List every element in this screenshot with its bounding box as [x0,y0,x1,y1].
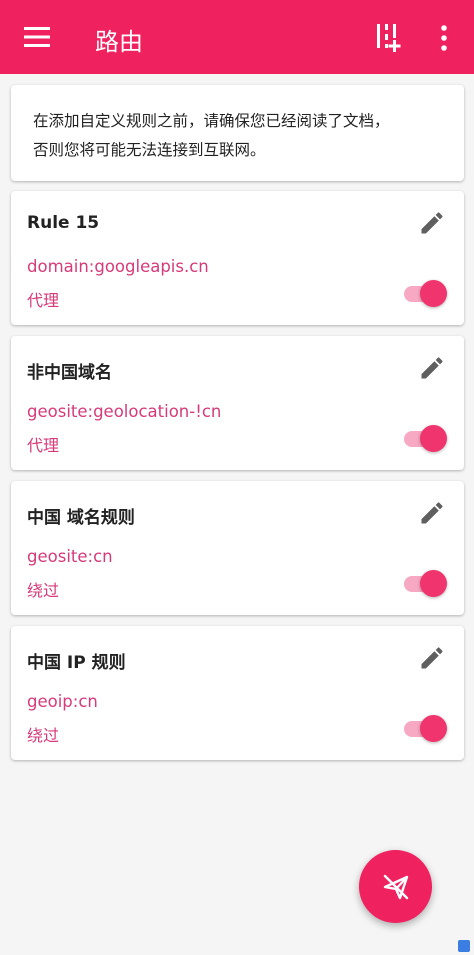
rule-card[interactable]: 非中国域名 geosite:geolocation-!cn 代理 [11,336,464,470]
rule-name: 非中国域名 [27,363,112,383]
more-vert-icon[interactable] [434,24,454,52]
page-title: 路由 [95,28,143,56]
toggle-thumb [420,280,447,307]
rule-action: 绕过 [27,581,60,600]
menu-icon[interactable] [24,26,50,48]
rule-enable-toggle[interactable] [404,277,448,309]
rule-domain: geosite:geolocation-!cn [27,402,222,421]
toggle-thumb [420,715,447,742]
rule-card[interactable]: 中国 域名规则 geosite:cn 绕过 [11,481,464,615]
rule-enable-toggle[interactable] [404,712,448,744]
rule-card[interactable]: Rule 15 domain:googleapis.cn 代理 [11,191,464,325]
rule-action: 代理 [27,436,60,455]
rule-domain: domain:googleapis.cn [27,257,209,276]
edit-pencil-icon[interactable] [418,354,446,382]
notice-line-1: 在添加自定义规则之前，请确保您已经阅读了文档， [33,112,390,130]
rule-domain: geosite:cn [27,547,113,566]
toggle-thumb [420,425,447,452]
edit-pencil-icon[interactable] [418,209,446,237]
toggle-thumb [420,570,447,597]
notice-line-2: 否则您将可能无法连接到互联网。 [33,141,266,159]
add-rule-icon[interactable] [374,24,404,52]
corner-badge [458,940,470,952]
rule-name: Rule 15 [27,213,100,233]
rule-card[interactable]: 中国 IP 规则 geoip:cn 绕过 [11,626,464,760]
rule-action: 绕过 [27,726,60,745]
rule-name: 中国 IP 规则 [27,653,126,673]
rule-action: 代理 [27,291,60,310]
edit-pencil-icon[interactable] [418,499,446,527]
rule-name: 中国 域名规则 [27,508,135,528]
app-bar: 路由 [0,0,474,74]
notice-card: 在添加自定义规则之前，请确保您已经阅读了文档， 否则您将可能无法连接到互联网。 [11,85,464,181]
connect-fab-button[interactable] [359,850,432,923]
edit-pencil-icon[interactable] [418,644,446,672]
rule-enable-toggle[interactable] [404,567,448,599]
connect-plane-icon [383,874,408,899]
rule-domain: geoip:cn [27,692,98,711]
rule-enable-toggle[interactable] [404,422,448,454]
